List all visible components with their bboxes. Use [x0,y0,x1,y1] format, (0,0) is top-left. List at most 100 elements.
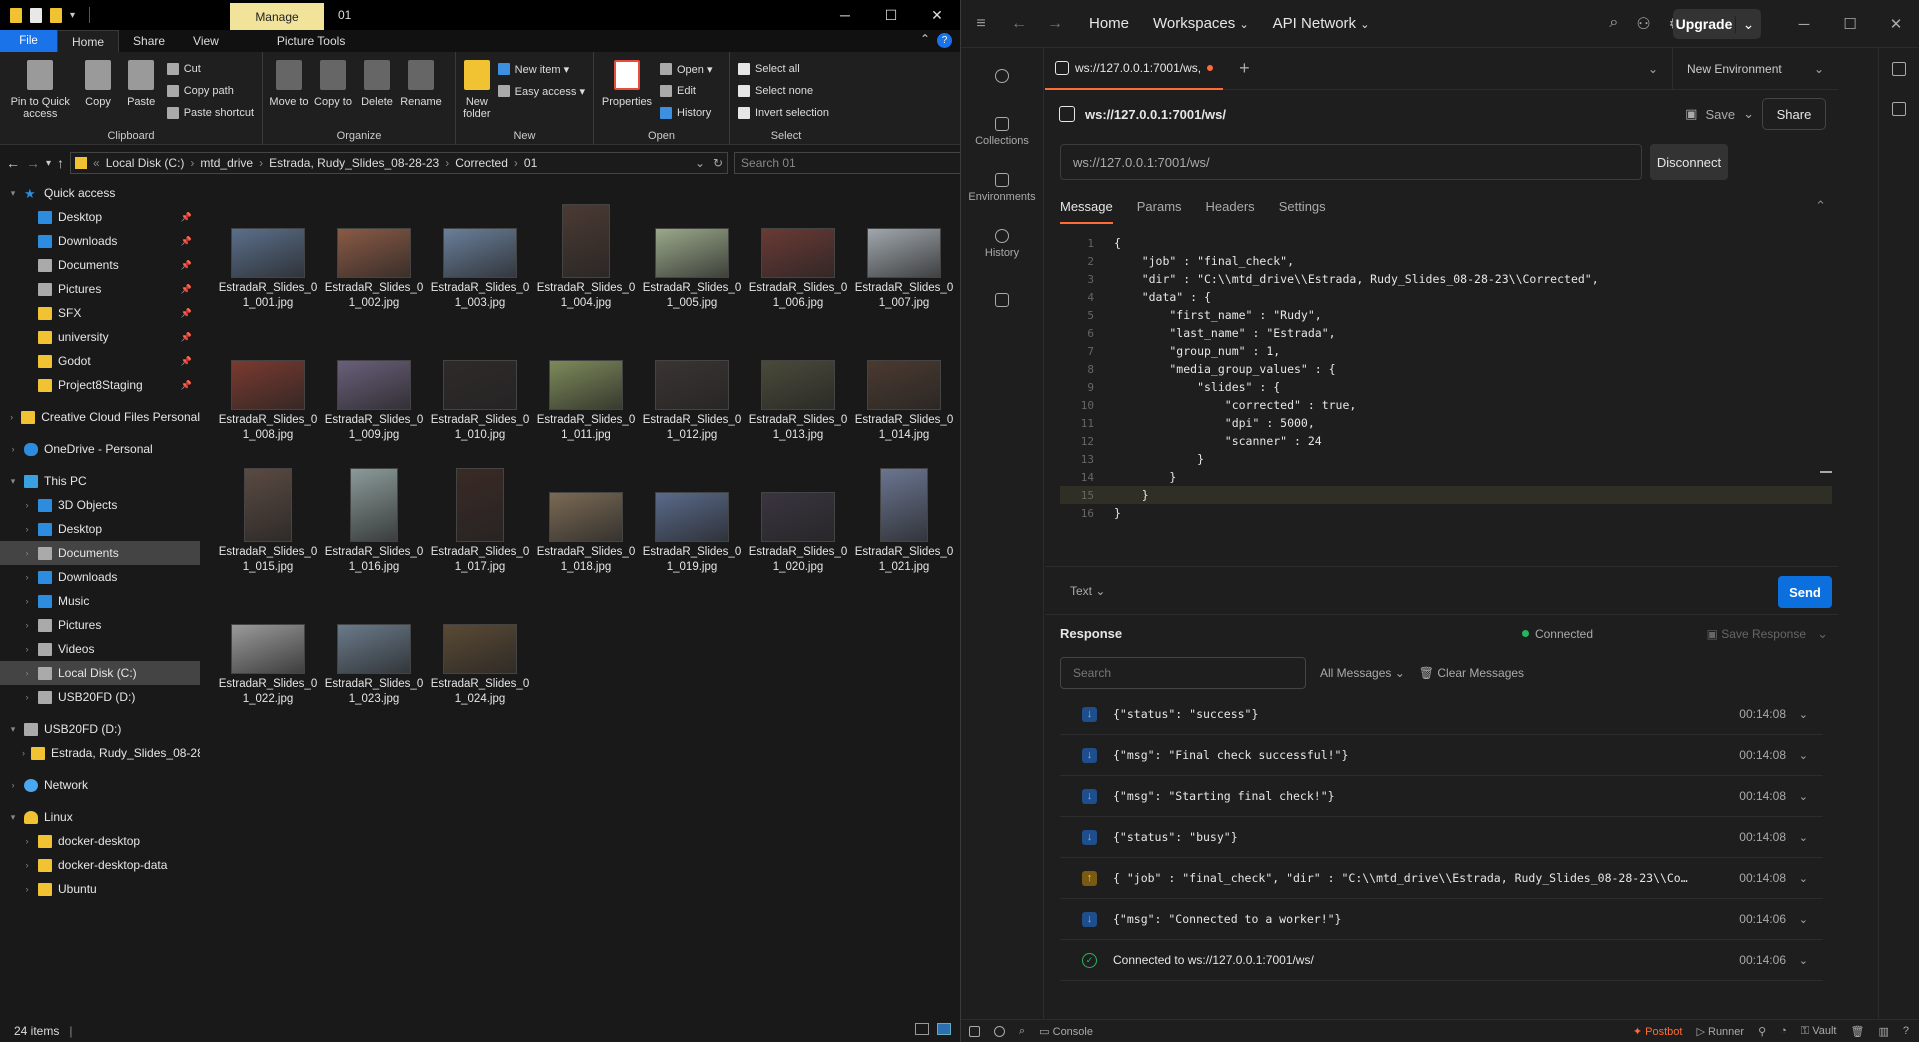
file-item[interactable]: EstradaR_Slides_0 1_012.jpg [639,322,745,454]
chevron-right-icon[interactable]: › [22,860,32,870]
new-tab-button[interactable]: + [1239,58,1250,79]
proxy-icon[interactable]: ⚲ [1758,1025,1766,1038]
tab-ws-request[interactable]: ws://127.0.0.1:7001/ws, [1045,48,1224,90]
select-none-button[interactable]: Select none [738,82,829,100]
chevron-right-icon[interactable]: › [8,780,18,790]
trash-icon[interactable]: 🗑 [1851,1025,1865,1038]
tab-headers[interactable]: Headers [1206,199,1255,214]
all-messages-dropdown[interactable]: All Messages ⌄ [1320,666,1405,680]
chevron-right-icon[interactable]: › [22,596,32,606]
file-item[interactable]: EstradaR_Slides_0 1_001.jpg [215,190,321,322]
message-editor[interactable]: 1{2 "job" : "final_check", 3 "dir" : "C:\… [1060,226,1832,566]
file-item[interactable]: EstradaR_Slides_0 1_022.jpg [215,586,321,718]
back-arrow-icon[interactable]: ← [6,155,20,171]
tab-view[interactable]: View [179,30,233,52]
help-icon[interactable]: ? [937,33,952,48]
chevron-down-icon[interactable]: ⌄ [1799,790,1808,803]
share-button[interactable]: Share [1762,98,1826,130]
url-input[interactable]: ws://127.0.0.1:7001/ws/ [1060,144,1642,180]
paste-shortcut-button[interactable]: Paste shortcut [166,104,254,122]
file-item[interactable]: EstradaR_Slides_0 1_003.jpg [427,190,533,322]
console-button[interactable]: ▭ Console [1039,1025,1093,1038]
nav-item[interactable]: › USB20FD (D:) [0,685,200,709]
environment-selector[interactable]: New Environment ⌄ [1672,48,1838,90]
history-button[interactable]: History [660,104,713,122]
body-type-select[interactable]: Text ⌄ [1070,584,1105,598]
nav-item[interactable]: ▾ ★ Quick access [0,181,200,205]
back-arrow-icon[interactable]: ← [1001,15,1037,33]
upgrade-button[interactable]: Upgrade ⌄ [1673,9,1761,39]
chevron-right-icon[interactable]: › [22,748,25,758]
close-button[interactable]: ✕ [1873,0,1919,48]
maximize-button[interactable]: ☐ [1827,0,1873,48]
nav-item[interactable]: › docker-desktop [0,829,200,853]
nav-item[interactable]: › Creative Cloud Files Personal [0,405,200,429]
tab-share[interactable]: Share [119,30,179,52]
minimize-button[interactable]: ─ [1781,0,1827,48]
easy-access-button[interactable]: Easy access ▾ [497,82,585,100]
chevron-right-icon[interactable]: › [22,572,32,582]
chevron-right-icon[interactable]: › [22,836,32,846]
file-item[interactable]: EstradaR_Slides_0 1_010.jpg [427,322,533,454]
file-item[interactable]: EstradaR_Slides_0 1_020.jpg [745,454,851,586]
tabs-dropdown-icon[interactable]: ⌄ [1648,62,1658,76]
tab-settings[interactable]: Settings [1279,199,1326,214]
vault-button[interactable]: ⚿ Vault [1801,1025,1837,1038]
forward-arrow-icon[interactable]: → [1037,15,1073,33]
nav-item[interactable]: › Videos [0,637,200,661]
cut-button[interactable]: Cut [166,60,254,78]
maximize-button[interactable]: ☐ [868,0,914,30]
workspaces-menu[interactable]: Workspaces ⌄ [1145,15,1257,32]
tab-params[interactable]: Params [1137,199,1182,214]
file-item[interactable]: EstradaR_Slides_0 1_007.jpg [851,190,957,322]
file-item[interactable]: EstradaR_Slides_0 1_005.jpg [639,190,745,322]
search-input[interactable]: Search 01 [741,156,796,170]
minimize-button[interactable]: ─ [822,0,868,30]
forward-arrow-icon[interactable]: → [26,155,40,171]
nav-item[interactable]: › Documents [0,541,200,565]
nav-item[interactable]: › Local Disk (C:) [0,661,200,685]
invert-selection-button[interactable]: Invert selection [738,104,829,122]
chevron-right-icon[interactable]: › [22,500,32,510]
chevron-right-icon[interactable]: › [22,524,32,534]
file-item[interactable]: EstradaR_Slides_0 1_018.jpg [533,454,639,586]
message-row[interactable]: ✓ Connected to ws://127.0.0.1:7001/ws/00:… [1060,940,1823,981]
disconnect-button[interactable]: Disconnect [1650,144,1728,180]
messages-search-input[interactable]: Search [1060,657,1306,689]
info-icon[interactable] [1892,102,1906,116]
message-row[interactable]: ↓ {"status": "success"} 00:14:08 ⌄ [1060,694,1823,735]
tab-picture-tools[interactable]: Picture Tools [263,30,359,52]
up-arrow-icon[interactable]: ↑ [57,155,64,171]
chevron-down-icon[interactable]: ▾ [8,812,18,823]
menu-icon[interactable]: ≡ [961,15,1001,33]
nav-item[interactable]: ▾ USB20FD (D:) [0,717,200,741]
help-icon[interactable]: ? [1903,1025,1909,1037]
nav-item[interactable]: › Desktop [0,517,200,541]
chevron-right-icon[interactable]: › [22,548,32,558]
chevron-down-icon[interactable]: ⌄ [1799,872,1808,885]
file-item[interactable]: EstradaR_Slides_0 1_019.jpg [639,454,745,586]
select-all-button[interactable]: Select all [738,60,829,78]
file-item[interactable]: EstradaR_Slides_0 1_002.jpg [321,190,427,322]
tab-file[interactable]: File [0,30,57,52]
sidebar-toggle-icon[interactable] [969,1025,980,1037]
runner-button[interactable]: ▷ Runner [1696,1025,1744,1038]
chevron-down-icon[interactable]: ⌄ [1799,831,1808,844]
save-button[interactable]: ▣ Save ⌄ [1685,106,1754,122]
nav-item[interactable]: › Pictures [0,613,200,637]
large-icons-view-icon[interactable] [937,1023,951,1035]
nav-item[interactable]: › OneDrive - Personal [0,437,200,461]
nav-item[interactable]: Project8Staging 📌 [0,373,200,397]
file-item[interactable]: EstradaR_Slides_0 1_009.jpg [321,322,427,454]
postbot-button[interactable]: ✦ Postbot [1633,1025,1683,1038]
nav-item[interactable]: ▾ Linux [0,805,200,829]
nav-item[interactable]: Downloads 📌 [0,229,200,253]
message-row[interactable]: ↓ {"msg": "Final check successful!"} 00:14… [1060,735,1823,776]
chevron-right-icon[interactable]: › [22,668,32,678]
file-item[interactable]: EstradaR_Slides_0 1_017.jpg [427,454,533,586]
sidebar-collections[interactable]: Collections [961,104,1043,160]
nav-item[interactable]: › Downloads [0,565,200,589]
request-name[interactable]: ws://127.0.0.1:7001/ws/ [1085,107,1226,122]
customize-toolbar-icon[interactable]: ▾ [70,10,75,21]
sidebar-apps[interactable] [961,272,1043,328]
